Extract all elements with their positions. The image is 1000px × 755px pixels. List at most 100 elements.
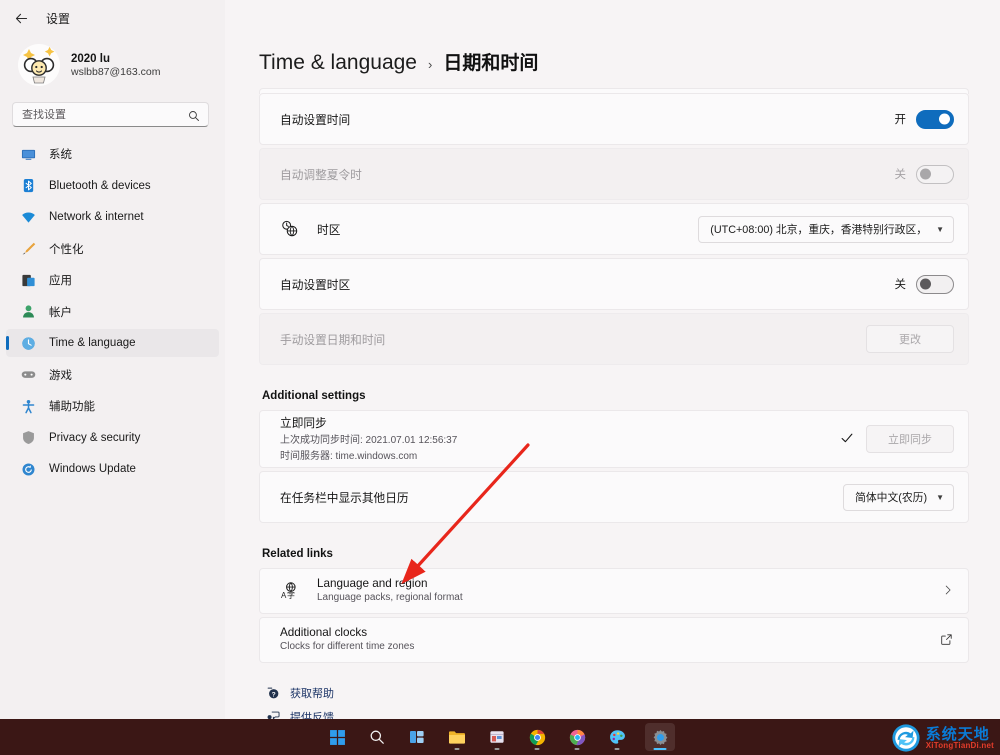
sidebar-item-apps[interactable]: 应用 (6, 266, 219, 294)
search-box[interactable] (12, 102, 209, 127)
row-title: 手动设置日期和时间 (280, 331, 385, 348)
open-external-icon (940, 633, 954, 647)
svg-text:?: ? (272, 691, 276, 698)
back-button[interactable] (10, 7, 32, 29)
update-refresh-icon (20, 461, 36, 477)
dropdown-value: (UTC+08:00) 北京，重庆，香港特别行政区， (710, 221, 927, 237)
change-date-time-button: 更改 (866, 325, 954, 353)
dropdown-additional-calendar[interactable]: 简体中文(农历) ▼ (843, 484, 954, 511)
watermark-cn: 系统天地 (926, 727, 994, 742)
row-title: 时区 (317, 221, 340, 238)
bluetooth-icon (20, 178, 36, 194)
search-input[interactable] (13, 109, 208, 121)
row-additional-clocks[interactable]: Additional clocks Clocks for different t… (259, 617, 969, 663)
shield-icon (20, 430, 36, 446)
toggle-adjust-dst-automatically (916, 165, 954, 184)
taskbar-paint[interactable] (605, 723, 629, 751)
accounts-person-icon (20, 304, 36, 320)
sidebar-item-system[interactable]: 系统 (6, 140, 219, 168)
breadcrumb-parent[interactable]: Time & language (259, 51, 417, 75)
clock-globe-icon (20, 335, 36, 351)
account-card[interactable]: 2020 lu wslbb87@163.com (0, 36, 225, 96)
sidebar-item-label: Windows Update (49, 463, 136, 475)
sidebar-item-accessibility[interactable]: 辅助功能 (6, 392, 219, 420)
taskbar-widgets-button[interactable] (405, 723, 429, 751)
sidebar-item-label: Network & internet (49, 211, 144, 223)
row-title: Additional clocks (280, 626, 414, 639)
search-icon (188, 109, 200, 121)
taskbar-file-explorer[interactable] (445, 723, 469, 751)
sync-now-button: 立即同步 (866, 425, 954, 453)
sidebar-item-label: Privacy & security (49, 432, 140, 444)
breadcrumb: Time & language › 日期和时间 (225, 0, 1000, 75)
row-time-zone[interactable]: 时区 (UTC+08:00) 北京，重庆，香港特别行政区， ▼ (259, 203, 969, 255)
dropdown-time-zone[interactable]: (UTC+08:00) 北京，重庆，香港特别行政区， ▼ (698, 216, 954, 243)
sidebar-item-bluetooth-devices[interactable]: Bluetooth & devices (6, 172, 219, 200)
toggle-set-time-automatically[interactable] (916, 110, 954, 129)
sidebar-item-network-internet[interactable]: Network & internet (6, 203, 219, 231)
taskbar-start-button[interactable] (325, 723, 349, 751)
row-sync-now[interactable]: 立即同步 上次成功同步时间: 2021.07.01 12:56:37 时间服务器… (259, 410, 969, 468)
svg-text:A: A (281, 591, 287, 600)
row-title: 立即同步 (280, 414, 457, 431)
toggle-state-label: 开 (895, 111, 907, 127)
sidebar-item-windows-update[interactable]: Windows Update (6, 455, 219, 483)
settings-list: 自动设置时间 开 自动调整夏令时 关 (259, 88, 969, 729)
time-server: 时间服务器: time.windows.com (280, 450, 457, 465)
sidebar-item-label: 应用 (49, 272, 72, 288)
get-help-link[interactable]: ? 获取帮助 (266, 681, 969, 705)
row-adjust-dst-automatically: 自动调整夏令时 关 (259, 148, 969, 200)
sidebar-item-time-language[interactable]: Time & language (6, 329, 219, 357)
row-title: 自动设置时区 (280, 276, 350, 293)
row-set-time-zone-automatically[interactable]: 自动设置时区 关 (259, 258, 969, 310)
chevron-right-icon: › (428, 57, 432, 72)
watermark-logo-icon (891, 723, 921, 753)
additional-settings-heading: Additional settings (262, 390, 969, 402)
sidebar-item-label: Time & language (49, 337, 136, 349)
row-additional-calendar[interactable]: 在任务栏中显示其他日历 简体中文(农历) ▼ (259, 471, 969, 523)
taskbar-chrome-canary[interactable] (565, 723, 589, 751)
avatar (18, 44, 60, 86)
svg-text:字: 字 (287, 590, 295, 600)
sidebar-item-gaming[interactable]: 游戏 (6, 361, 219, 389)
sidebar-item-privacy-security[interactable]: Privacy & security (6, 424, 219, 452)
sidebar-item-personalization[interactable]: 个性化 (6, 235, 219, 263)
settings-window: 设置 (0, 0, 1000, 755)
main-content: Time & language › 日期和时间 自动设置时间 开 (225, 0, 1000, 719)
help-question-icon: ? (266, 686, 281, 701)
toggle-set-time-zone-automatically[interactable] (916, 275, 954, 294)
wifi-icon (20, 209, 36, 225)
sidebar: 设置 (0, 0, 225, 719)
row-title: 自动调整夏令时 (280, 166, 362, 183)
taskbar (0, 719, 1000, 755)
last-sync-time: 上次成功同步时间: 2021.07.01 12:56:37 (280, 434, 457, 449)
sidebar-item-accounts[interactable]: 帐户 (6, 298, 219, 326)
sidebar-item-label: 辅助功能 (49, 398, 95, 414)
gaming-controller-icon (20, 367, 36, 383)
row-language-and-region[interactable]: A 字 Language and region Language packs, … (259, 568, 969, 614)
watermark-en: XiTongTianDi.net (926, 742, 994, 750)
taskbar-settings[interactable] (645, 723, 675, 751)
apps-icon (20, 272, 36, 288)
sidebar-item-label: Bluetooth & devices (49, 180, 151, 192)
chevron-down-icon: ▼ (936, 493, 944, 502)
taskbar-search-button[interactable] (365, 723, 389, 751)
row-subtitle: Language packs, regional format (317, 591, 463, 606)
taskbar-microsoft-store[interactable] (485, 723, 509, 751)
account-name: 2020 lu (71, 53, 160, 65)
row-set-date-time-manually: 手动设置日期和时间 更改 (259, 313, 969, 365)
window-titlebar: 设置 (0, 0, 225, 36)
system-icon (20, 146, 36, 162)
accessibility-person-icon (20, 398, 36, 414)
row-subtitle: Clocks for different time zones (280, 640, 414, 655)
personalization-brush-icon (20, 241, 36, 257)
link-label: 获取帮助 (290, 685, 334, 701)
dropdown-value: 简体中文(农历) (855, 489, 927, 505)
related-links-heading: Related links (262, 548, 969, 560)
sidebar-item-label: 帐户 (49, 304, 72, 320)
row-title: 在任务栏中显示其他日历 (280, 489, 409, 506)
page-title: 日期和时间 (443, 48, 538, 75)
taskbar-google-chrome[interactable] (525, 723, 549, 751)
toggle-state-label: 关 (895, 276, 907, 292)
row-set-time-automatically[interactable]: 自动设置时间 开 (259, 93, 969, 145)
